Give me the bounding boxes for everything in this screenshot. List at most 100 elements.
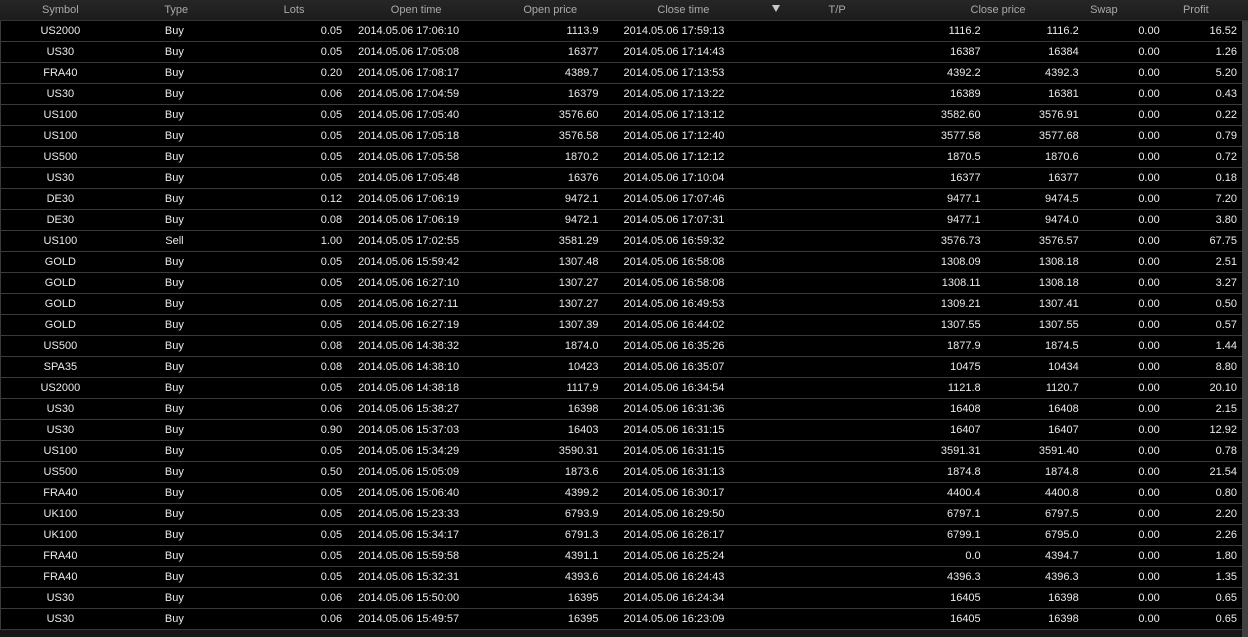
vertical-scrollbar[interactable] — [1242, 21, 1248, 637]
open-price-cell: 4399.2 — [564, 487, 599, 499]
tp-cell: 16408 — [950, 403, 981, 415]
column-header-tp[interactable]: T/P — [742, 0, 932, 20]
symbol-cell: FRA40 — [43, 67, 78, 79]
table-row[interactable]: US500 Buy 0.50 2014.05.06 15:05:09 1873.6 201… — [0, 462, 1242, 483]
symbol-cell: SPA35 — [43, 361, 78, 373]
type-cell: Buy — [164, 172, 184, 184]
swap-cell: 0.00 — [1138, 214, 1160, 226]
swap-cell: 0.00 — [1138, 151, 1160, 163]
table-row[interactable]: GOLD Buy 0.05 2014.05.06 16:27:11 1307.27 201… — [0, 294, 1242, 315]
symbol-cell: FRA40 — [43, 550, 78, 562]
tp-cell: 1307.55 — [940, 319, 981, 331]
table-row[interactable]: US500 Buy 0.05 2014.05.06 17:05:58 1870.2 201… — [0, 147, 1242, 168]
lots-cell: 0.05 — [320, 130, 343, 142]
tp-cell: 4396.3 — [947, 571, 981, 583]
type-cell: Buy — [164, 277, 184, 289]
table-row[interactable]: FRA40 Buy 0.05 2014.05.06 15:32:31 4393.6 201… — [0, 567, 1242, 588]
tp-cell: 16377 — [950, 172, 981, 184]
type-cell: Buy — [164, 445, 184, 457]
symbol-cell: US100 — [43, 235, 78, 247]
table-row[interactable]: US30 Buy 0.06 2014.05.06 15:38:27 16398 2014.… — [0, 399, 1242, 420]
close-time-cell: 2014.05.06 16:31:13 — [623, 466, 725, 478]
open-time-cell: 2014.05.06 15:59:58 — [358, 550, 460, 562]
column-header-symbol[interactable]: Symbol — [0, 0, 121, 20]
lots-cell: 0.05 — [320, 529, 343, 541]
open-price-cell: 1873.6 — [564, 466, 599, 478]
close-time-cell: 2014.05.06 16:25:24 — [623, 550, 725, 562]
close-time-cell: 2014.05.06 16:24:43 — [623, 571, 725, 583]
table-row[interactable]: DE30 Buy 0.12 2014.05.06 17:06:19 9472.1 2014… — [0, 189, 1242, 210]
table-row[interactable]: GOLD Buy 0.05 2014.05.06 16:27:10 1307.27 201… — [0, 273, 1242, 294]
close-price-cell: 1308.18 — [1038, 277, 1079, 289]
table-row[interactable]: UK100 Buy 0.05 2014.05.06 15:23:33 6793.9 201… — [0, 504, 1242, 525]
swap-cell: 0.00 — [1138, 25, 1160, 37]
column-header-type[interactable]: Type — [121, 0, 232, 20]
tp-cell: 16405 — [950, 592, 981, 604]
table-row[interactable]: FRA40 Buy 0.05 2014.05.06 15:59:58 4391.1 201… — [0, 546, 1242, 567]
table-row[interactable]: US30 Buy 0.90 2014.05.06 15:37:03 16403 2014.… — [0, 420, 1242, 441]
table-row[interactable]: GOLD Buy 0.05 2014.05.06 15:59:42 1307.48 201… — [0, 252, 1242, 273]
type-cell: Buy — [164, 382, 184, 394]
profit-cell: 0.80 — [1215, 487, 1238, 499]
swap-cell: 0.00 — [1138, 403, 1160, 415]
table-row[interactable]: UK100 Buy 0.05 2014.05.06 15:34:17 6791.3 201… — [0, 525, 1242, 546]
table-row[interactable]: US2000 Buy 0.05 2014.05.06 14:38:18 1117.9 20… — [0, 378, 1242, 399]
column-header-close-price[interactable]: Close price — [932, 0, 1064, 20]
symbol-cell: US30 — [46, 613, 75, 625]
open-time-cell: 2014.05.06 15:23:33 — [358, 508, 460, 520]
close-time-cell: 2014.05.06 16:49:53 — [623, 298, 725, 310]
type-cell: Sell — [165, 235, 184, 247]
open-time-cell: 2014.05.06 15:50:00 — [358, 592, 460, 604]
symbol-cell: US500 — [43, 466, 78, 478]
table-row[interactable]: US30 Buy 0.06 2014.05.06 15:50:00 16395 2014.… — [0, 588, 1242, 609]
column-header-lots[interactable]: Lots — [232, 0, 357, 20]
table-row[interactable]: US2000 Buy 0.05 2014.05.06 17:06:10 1113.9 20… — [0, 21, 1242, 42]
symbol-cell: FRA40 — [43, 487, 78, 499]
table-row[interactable]: DE30 Buy 0.08 2014.05.06 17:06:19 9472.1 2014… — [0, 210, 1242, 231]
column-header-close-time[interactable]: Close time — [624, 0, 742, 20]
lots-cell: 0.08 — [320, 361, 343, 373]
table-row[interactable]: US30 Buy 0.05 2014.05.06 17:05:08 16377 2014.… — [0, 42, 1242, 63]
table-row[interactable]: US30 Buy 0.05 2014.05.06 17:05:48 16376 2014.… — [0, 168, 1242, 189]
column-header-open-price[interactable]: Open price — [476, 0, 624, 20]
close-time-cell: 2014.05.06 16:35:26 — [623, 340, 725, 352]
swap-cell: 0.00 — [1138, 340, 1160, 352]
open-time-cell: 2014.05.06 17:05:08 — [358, 46, 460, 58]
swap-cell: 0.00 — [1138, 592, 1160, 604]
close-price-cell: 16398 — [1048, 592, 1079, 604]
table-row[interactable]: US100 Buy 0.05 2014.05.06 15:34:29 3590.31 20… — [0, 441, 1242, 462]
table-row[interactable]: SPA35 Buy 0.08 2014.05.06 14:38:10 10423 2014… — [0, 357, 1242, 378]
swap-cell: 0.00 — [1138, 88, 1160, 100]
column-header-profit[interactable]: Profit — [1144, 0, 1248, 20]
tp-cell: 16389 — [950, 88, 981, 100]
type-cell: Buy — [164, 529, 184, 541]
table-row[interactable]: US100 Sell 1.00 2014.05.05 17:02:55 3581.29 2… — [0, 231, 1242, 252]
table-row[interactable]: FRA40 Buy 0.20 2014.05.06 17:08:17 4389.7 201… — [0, 63, 1242, 84]
table-row[interactable]: GOLD Buy 0.05 2014.05.06 16:27:19 1307.39 201… — [0, 315, 1242, 336]
symbol-cell: US2000 — [40, 382, 81, 394]
close-price-cell: 4400.8 — [1045, 487, 1079, 499]
scrollbar-thumb[interactable] — [1242, 21, 1248, 637]
table-row[interactable]: US100 Buy 0.05 2014.05.06 17:05:18 3576.58 20… — [0, 126, 1242, 147]
close-time-cell: 2014.05.06 16:23:09 — [623, 613, 725, 625]
profit-cell: 0.50 — [1215, 298, 1238, 310]
column-header-open-time[interactable]: Open time — [356, 0, 476, 20]
table-row[interactable]: US30 Buy 0.06 2014.05.06 15:49:57 16395 2014.… — [0, 609, 1242, 630]
table-row[interactable]: US30 Buy 0.06 2014.05.06 17:04:59 16379 2014.… — [0, 84, 1242, 105]
sort-descending-icon[interactable] — [772, 5, 780, 12]
lots-cell: 0.05 — [320, 46, 343, 58]
open-price-cell: 1870.2 — [564, 151, 599, 163]
profit-cell: 7.20 — [1215, 193, 1238, 205]
table-row[interactable]: FRA40 Buy 0.05 2014.05.06 15:06:40 4399.2 201… — [0, 483, 1242, 504]
column-header-swap[interactable]: Swap — [1064, 0, 1144, 20]
open-price-cell: 1113.9 — [566, 25, 599, 37]
lots-cell: 0.05 — [320, 109, 343, 121]
swap-cell: 0.00 — [1138, 571, 1160, 583]
table-row[interactable]: US100 Buy 0.05 2014.05.06 17:05:40 3576.60 20… — [0, 105, 1242, 126]
swap-cell: 0.00 — [1138, 235, 1160, 247]
table-row[interactable]: US500 Buy 0.08 2014.05.06 14:38:32 1874.0 201… — [0, 336, 1242, 357]
profit-cell: 3.80 — [1215, 214, 1238, 226]
open-price-cell: 1117.9 — [566, 382, 599, 394]
open-price-cell: 1307.48 — [558, 256, 599, 268]
open-time-cell: 2014.05.06 17:05:40 — [358, 109, 460, 121]
